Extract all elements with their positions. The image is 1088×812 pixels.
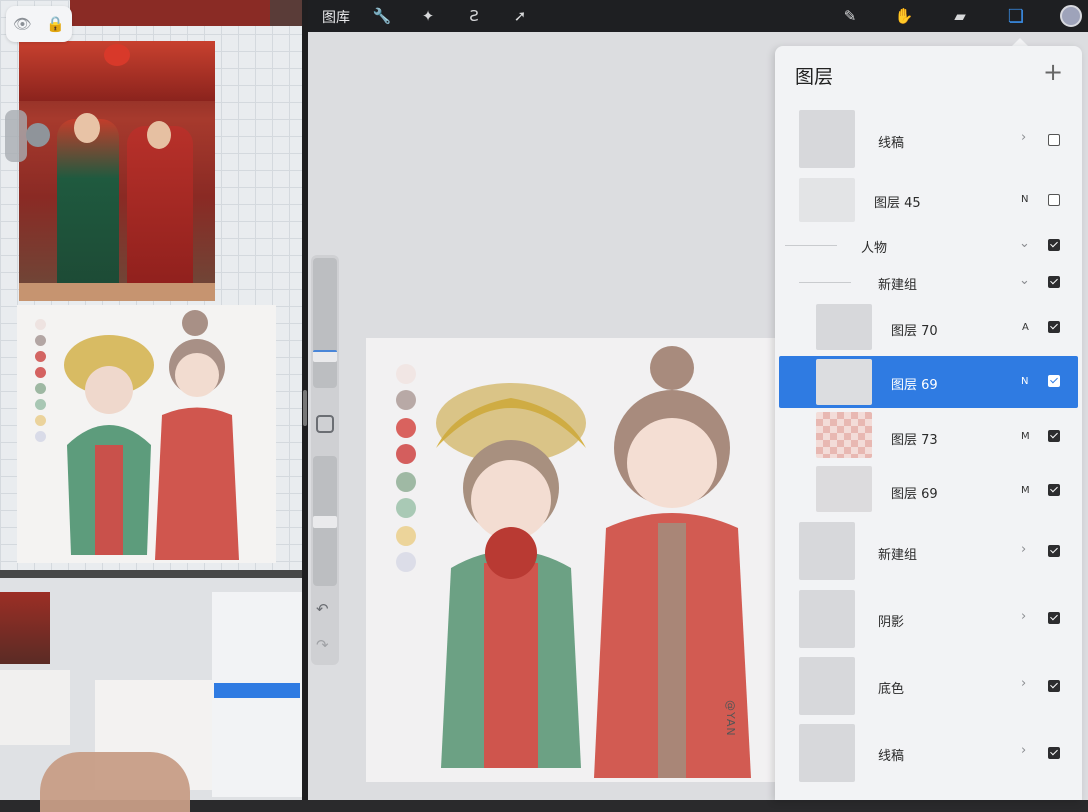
layer-thumbnail[interactable] xyxy=(816,359,872,405)
transform-icon[interactable]: ➚ xyxy=(510,6,530,26)
chevron-right-icon[interactable]: › xyxy=(1021,609,1026,624)
brush-size-thumb[interactable] xyxy=(313,350,337,362)
layer-name[interactable]: 人物 xyxy=(861,237,887,256)
layer-thumbnail[interactable] xyxy=(799,590,855,648)
layers-icon[interactable]: ❏ xyxy=(1006,6,1026,27)
chevron-down-icon[interactable]: ⌄ xyxy=(1019,236,1030,251)
split-divider-grip[interactable] xyxy=(303,390,307,426)
layer-name[interactable]: 线稿 xyxy=(878,745,904,764)
selected-layer-row[interactable]: 图层 69 N xyxy=(779,356,1078,408)
layer-thumbnail[interactable] xyxy=(816,466,872,512)
selection-icon[interactable]: Ƨ xyxy=(464,6,484,26)
lock-icon[interactable]: 🔒 xyxy=(46,14,66,34)
ref-figures xyxy=(64,310,239,560)
chevron-right-icon[interactable]: › xyxy=(1021,542,1026,557)
gallery-button[interactable]: 图库 xyxy=(322,7,350,27)
group-line xyxy=(785,245,837,246)
brush-opacity-thumb[interactable] xyxy=(313,516,337,528)
inset-photo xyxy=(0,592,50,664)
layer-visibility-checkbox[interactable] xyxy=(1048,239,1060,251)
layers-panel: 图层 + 线稿 › 图层 45 N 人物 ⌄ 新建组 ⌄ 图层 70 A 图层 … xyxy=(775,46,1082,800)
blend-mode-label[interactable]: M xyxy=(1021,431,1030,442)
layer-thumbnail[interactable] xyxy=(816,412,872,458)
inset-reference-art xyxy=(0,670,70,745)
brush-size-slider[interactable] xyxy=(313,258,337,388)
layer-name[interactable]: 线稿 xyxy=(878,132,904,151)
canvas-artwork[interactable] xyxy=(366,338,776,782)
reference-image-top xyxy=(70,0,270,26)
layer-visibility-checkbox[interactable] xyxy=(1048,276,1060,288)
chevron-right-icon[interactable]: › xyxy=(1021,743,1026,758)
layer-name[interactable]: 图层 69 xyxy=(891,374,938,393)
redo-icon[interactable]: ↷ xyxy=(316,636,329,654)
layer-name[interactable]: 图层 70 xyxy=(891,320,938,339)
photo-floor xyxy=(19,283,215,301)
layer-name[interactable]: 图层 45 xyxy=(874,192,921,211)
group-line xyxy=(799,282,851,283)
layer-name[interactable]: 新建组 xyxy=(878,544,917,563)
layer-name[interactable]: 阴影 xyxy=(878,611,904,630)
layer-visibility-checkbox[interactable] xyxy=(1048,134,1060,146)
chevron-down-icon[interactable]: ⌄ xyxy=(1019,273,1030,288)
layer-thumbnail[interactable] xyxy=(799,178,855,222)
layer-visibility-checkbox[interactable] xyxy=(1048,194,1060,206)
reference-artwork[interactable] xyxy=(17,305,276,563)
wrench-icon[interactable]: 🔧 xyxy=(372,6,392,26)
layer-thumbnail[interactable] xyxy=(799,522,855,580)
layer-thumbnail[interactable] xyxy=(799,110,855,168)
photo-bride-head xyxy=(74,113,100,143)
add-layer-button[interactable]: + xyxy=(1043,58,1063,86)
layer-visibility-checkbox[interactable] xyxy=(1048,321,1060,333)
photo-bride xyxy=(57,119,119,289)
color-picker-button[interactable] xyxy=(1060,5,1082,27)
layer-visibility-checkbox[interactable] xyxy=(1048,612,1060,624)
layer-visibility-checkbox[interactable] xyxy=(1048,375,1060,387)
layer-visibility-checkbox[interactable] xyxy=(1048,680,1060,692)
undo-icon[interactable]: ↶ xyxy=(316,600,329,618)
layer-name[interactable]: 底色 xyxy=(878,678,904,697)
artwork-watermark: @YAN xyxy=(724,700,737,737)
layer-name[interactable]: 新建组 xyxy=(878,274,917,293)
photo-groom-head xyxy=(147,121,171,149)
layer-visibility-checkbox[interactable] xyxy=(1048,430,1060,442)
inset-hand xyxy=(40,752,190,812)
reference-knob[interactable] xyxy=(26,123,50,147)
reference-side-handle[interactable] xyxy=(5,110,27,162)
smudge-icon[interactable]: ✋ xyxy=(894,6,914,26)
modify-button[interactable] xyxy=(316,415,334,433)
blend-mode-label[interactable]: M xyxy=(1021,485,1030,496)
reference-pane[interactable]: 👁 🔒 xyxy=(0,0,302,570)
blend-mode-label[interactable]: A xyxy=(1022,322,1029,333)
eye-icon[interactable]: 👁 xyxy=(13,14,33,34)
eraser-icon[interactable]: ▰ xyxy=(950,6,970,26)
magic-wand-icon[interactable]: ✦ xyxy=(418,6,438,26)
reference-toolbar: 👁 🔒 xyxy=(6,6,72,42)
photo-groom xyxy=(127,126,193,298)
layer-name[interactable]: 图层 73 xyxy=(891,429,938,448)
blend-mode-label[interactable]: N xyxy=(1021,376,1028,387)
layer-thumbnail[interactable] xyxy=(816,304,872,350)
layer-thumbnail[interactable] xyxy=(799,657,855,715)
chevron-right-icon[interactable]: › xyxy=(1021,676,1026,691)
reference-image-top-2 xyxy=(270,0,302,26)
layer-visibility-checkbox[interactable] xyxy=(1048,545,1060,557)
layer-name[interactable]: 图层 69 xyxy=(891,483,938,502)
chevron-right-icon[interactable]: › xyxy=(1021,130,1026,145)
reference-photo[interactable] xyxy=(19,41,215,301)
photo-lantern xyxy=(104,44,130,66)
chibi-couple-drawing xyxy=(436,346,751,778)
layers-panel-title: 图层 xyxy=(795,66,834,88)
layer-visibility-checkbox[interactable] xyxy=(1048,747,1060,759)
brush-icon[interactable]: ✎ xyxy=(840,6,860,26)
inset-selected-layer xyxy=(214,683,300,698)
layer-thumbnail[interactable] xyxy=(799,724,855,782)
blend-mode-label[interactable]: N xyxy=(1021,194,1028,205)
layer-visibility-checkbox[interactable] xyxy=(1048,484,1060,496)
